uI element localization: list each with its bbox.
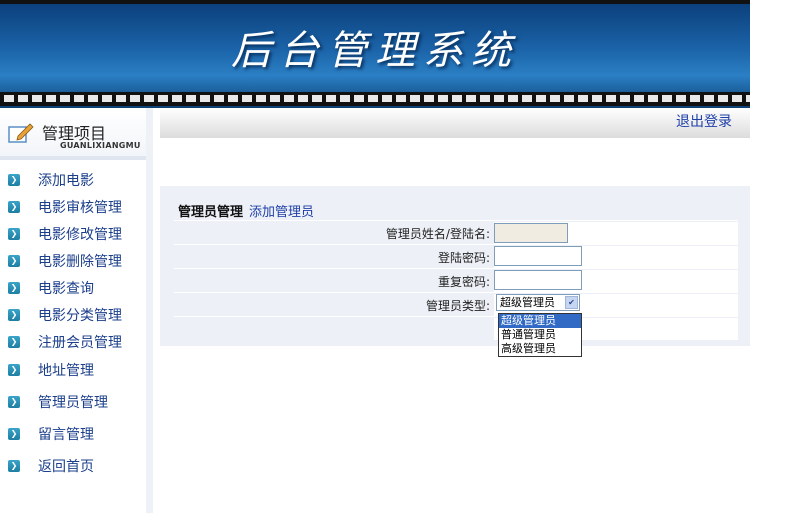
sidebar-subtitle: GUANLIXIANGMU [60,141,141,150]
banner-title: 后台管理系统 [231,28,519,74]
sidebar-header: 管理项目 GUANLIXIANGMU [0,108,146,160]
sidebar-item-label: 电影修改管理 [38,227,122,243]
sidebar-item-movie-edit[interactable]: ❯ 电影修改管理 [0,222,146,246]
arrow-bullet-icon: ❯ [8,309,20,321]
pencil-icon [8,123,34,143]
repeat-password-input[interactable] [494,270,582,290]
arrow-bullet-icon: ❯ [8,460,20,472]
arrow-bullet-icon: ❯ [8,282,20,294]
sidebar-item-label: 电影删除管理 [38,254,122,270]
arrow-bullet-icon: ❯ [8,201,20,213]
admin-form-panel: 管理员管理 添加管理员 管理员姓名/登陆名: 登陆密码: 重复密码: 管理员类型:… [160,186,750,346]
sidebar-item-label: 注册会员管理 [38,335,122,351]
sidebar-item-label: 添加电影 [38,173,94,189]
password-label: 登陆密码: [437,251,490,265]
repeat-password-label: 重复密码: [437,275,490,289]
sidebar-item-movie-review[interactable]: ❯ 电影审核管理 [0,195,146,219]
arrow-bullet-icon: ❯ [8,364,20,376]
sidebar-item-add-movie[interactable]: ❯ 添加电影 [0,168,146,192]
option-super-admin[interactable]: 超级管理员 [499,314,581,328]
sidebar-item-movie-category[interactable]: ❯ 电影分类管理 [0,303,146,327]
sidebar-item-label: 留言管理 [38,427,94,443]
arrow-bullet-icon: ❯ [8,174,20,186]
sidebar-item-address[interactable]: ❯ 地址管理 [0,358,146,382]
arrow-bullet-icon: ❯ [8,396,20,408]
breadcrumb-section: 管理员管理 [178,205,244,220]
sidebar-item-admins[interactable]: ❯ 管理员管理 [0,390,146,414]
film-strip-bottom [0,92,750,106]
password-input[interactable] [494,246,582,266]
sidebar-item-messages[interactable]: ❯ 留言管理 [0,422,146,446]
admin-type-selected: 超级管理员 [500,296,555,309]
form-row-name: 管理员姓名/登陆名: [174,220,738,244]
name-label: 管理员姓名/登陆名: [385,227,490,241]
option-senior-admin[interactable]: 高级管理员 [499,342,581,356]
arrow-bullet-icon: ❯ [8,336,20,348]
sidebar-item-label: 管理员管理 [38,395,108,411]
admin-name-input[interactable] [494,223,568,243]
admin-type-select[interactable]: 超级管理员 ✔ [496,294,580,311]
add-admin-link[interactable]: 添加管理员 [249,205,314,220]
arrow-bullet-icon: ❯ [8,255,20,267]
sidebar-item-label: 电影审核管理 [38,200,122,216]
top-bar: 退出登录 [160,108,750,138]
arrow-bullet-icon: ❯ [8,228,20,240]
sidebar-item-movie-search[interactable]: ❯ 电影查询 [0,276,146,300]
form-row-repeat-password: 重复密码: [174,268,738,292]
logout-link[interactable]: 退出登录 [676,111,732,131]
admin-type-dropdown: 超级管理员 普通管理员 高级管理员 [498,313,582,357]
film-strip-top [0,0,750,4]
arrow-bullet-icon: ❯ [8,428,20,440]
sidebar-item-movie-delete[interactable]: ❯ 电影删除管理 [0,249,146,273]
option-normal-admin[interactable]: 普通管理员 [499,328,581,342]
chevron-down-icon[interactable]: ✔ [565,296,578,309]
sidebar-item-home[interactable]: ❯ 返回首页 [0,454,146,478]
form-row-admin-type: 管理员类型: [174,292,738,316]
admin-type-label: 管理员类型: [425,299,490,313]
sidebar: 管理项目 GUANLIXIANGMU ❯ 添加电影 ❯ 电影审核管理 ❯ 电影修改管理… [0,108,153,513]
header-banner: 后台管理系统 [0,0,750,108]
sidebar-item-label: 地址管理 [38,363,94,379]
sidebar-item-label: 电影查询 [38,281,94,297]
sidebar-item-members[interactable]: ❯ 注册会员管理 [0,330,146,354]
form-row-password: 登陆密码: [174,244,738,268]
breadcrumb: 管理员管理 添加管理员 [178,201,314,220]
sidebar-item-label: 返回首页 [38,459,94,475]
sidebar-item-label: 电影分类管理 [38,308,122,324]
form-row-submit [174,316,738,340]
